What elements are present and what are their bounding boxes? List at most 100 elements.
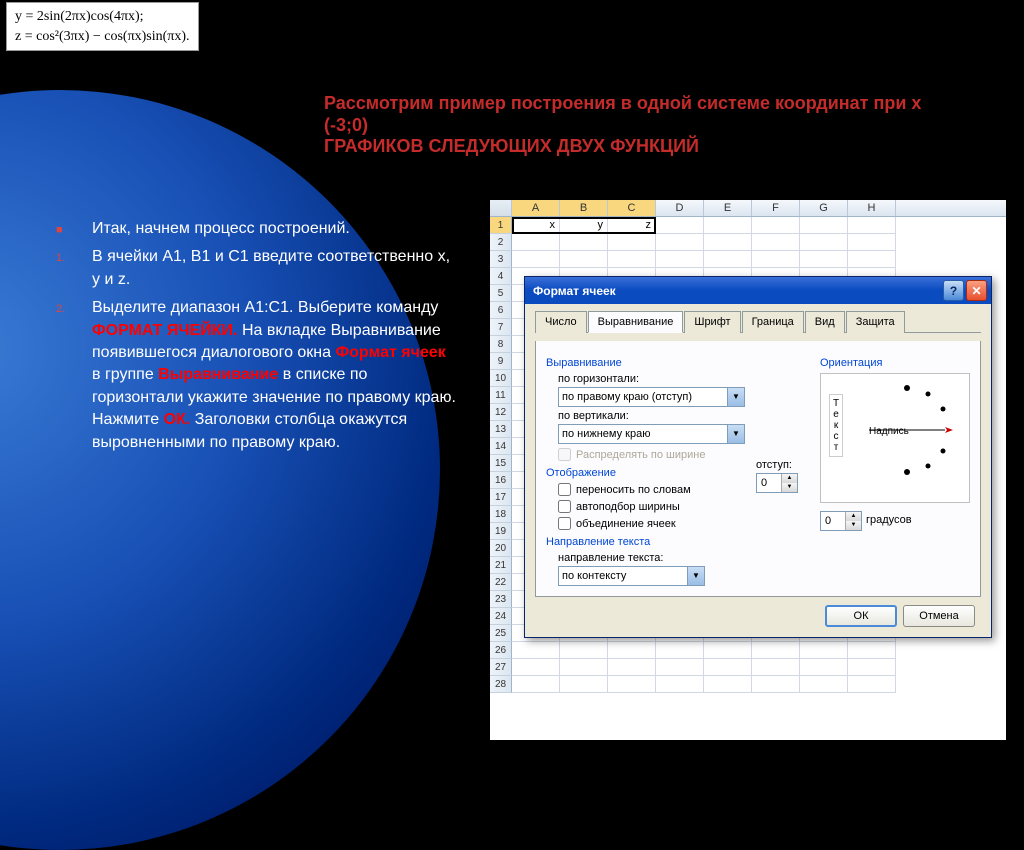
step-number-1: 1. bbox=[48, 246, 92, 291]
spin-up-icon[interactable]: ▲ bbox=[845, 512, 861, 521]
orientation-box[interactable]: Текст bbox=[820, 373, 970, 503]
row-header[interactable]: 8 bbox=[490, 336, 512, 353]
cell-a1[interactable]: x bbox=[512, 217, 560, 234]
dialog-titlebar[interactable]: Формат ячеек ? ✕ bbox=[525, 277, 991, 304]
row-header[interactable]: 6 bbox=[490, 302, 512, 319]
row-header[interactable]: 2 bbox=[490, 234, 512, 251]
select-all-corner[interactable] bbox=[490, 200, 512, 216]
tab-number[interactable]: Число bbox=[535, 311, 587, 333]
bullet-icon bbox=[48, 218, 92, 240]
row-header[interactable]: 15 bbox=[490, 455, 512, 472]
row-header[interactable]: 12 bbox=[490, 404, 512, 421]
title-line-2: ГРАФИКОВ СЛЕДУЮЩИХ ДВУХ ФУНКЦИЙ bbox=[324, 136, 699, 156]
formula-line-1: y = 2sin(2πx)cos(4πx); bbox=[15, 7, 190, 27]
group-alignment: Выравнивание bbox=[546, 357, 820, 369]
column-headers: A B C D E F G H bbox=[490, 200, 1006, 217]
label-horizontal: по горизонтали: bbox=[558, 373, 820, 385]
formula-box: y = 2sin(2πx)cos(4πx); z = cos²(3πx) − c… bbox=[6, 2, 199, 51]
degrees-spinner[interactable]: 0▲▼ bbox=[820, 511, 862, 531]
excel-screenshot: A B C D E F G H 123456789101112131415161… bbox=[490, 200, 1006, 740]
close-button[interactable]: ✕ bbox=[966, 280, 987, 301]
label-textdir: направление текста: bbox=[558, 552, 820, 564]
row-header[interactable]: 17 bbox=[490, 489, 512, 506]
textdir-combo[interactable] bbox=[558, 566, 688, 586]
step-number-2: 2. bbox=[48, 297, 92, 454]
tabs: Число Выравнивание Шрифт Граница Вид Защ… bbox=[535, 310, 981, 333]
horizontal-combo[interactable] bbox=[558, 387, 728, 407]
col-header-b[interactable]: B bbox=[560, 200, 608, 216]
col-header-e[interactable]: E bbox=[704, 200, 752, 216]
row-header[interactable]: 21 bbox=[490, 557, 512, 574]
row-header[interactable]: 3 bbox=[490, 251, 512, 268]
group-textdir: Направление текста bbox=[546, 536, 820, 548]
chevron-down-icon[interactable]: ▼ bbox=[728, 387, 745, 407]
distribute-checkbox bbox=[558, 448, 571, 461]
row-header[interactable]: 5 bbox=[490, 285, 512, 302]
ok-button[interactable]: ОК bbox=[825, 605, 897, 627]
row-header[interactable]: 10 bbox=[490, 370, 512, 387]
row-header[interactable]: 14 bbox=[490, 438, 512, 455]
tab-font[interactable]: Шрифт bbox=[684, 311, 740, 333]
row-header[interactable]: 1 bbox=[490, 217, 512, 234]
merge-checkbox[interactable] bbox=[558, 517, 571, 530]
tab-protection[interactable]: Защита bbox=[846, 311, 905, 333]
col-header-c[interactable]: C bbox=[608, 200, 656, 216]
autofit-label: автоподбор ширины bbox=[576, 501, 680, 513]
formula-line-2: z = cos²(3πx) − cos(πx)sin(πx). bbox=[15, 27, 190, 47]
row-header[interactable]: 18 bbox=[490, 506, 512, 523]
row-header[interactable]: 9 bbox=[490, 353, 512, 370]
slide-title: Рассмотрим пример построения в одной сис… bbox=[324, 93, 964, 158]
title-line-1: Рассмотрим пример построения в одной сис… bbox=[324, 93, 921, 135]
vertical-text-button[interactable]: Текст bbox=[829, 394, 843, 457]
background-circle bbox=[0, 90, 440, 850]
distribute-label: Распределять по ширине bbox=[576, 449, 705, 461]
intro-text: Итак, начнем процесс построений. bbox=[92, 218, 458, 240]
chevron-down-icon[interactable]: ▼ bbox=[728, 424, 745, 444]
row-header[interactable]: 4 bbox=[490, 268, 512, 285]
row-header[interactable]: 22 bbox=[490, 574, 512, 591]
row-header[interactable]: 20 bbox=[490, 540, 512, 557]
cancel-button[interactable]: Отмена bbox=[903, 605, 975, 627]
row-header[interactable]: 28 bbox=[490, 676, 512, 693]
cell-c1[interactable]: z bbox=[608, 217, 656, 234]
merge-label: объединение ячеек bbox=[576, 518, 676, 530]
row-header[interactable]: 11 bbox=[490, 387, 512, 404]
row-header[interactable]: 16 bbox=[490, 472, 512, 489]
step-2-text: Выделите диапазон А1:С1. Выберите команд… bbox=[92, 297, 458, 454]
vertical-combo[interactable] bbox=[558, 424, 728, 444]
col-header-h[interactable]: H bbox=[848, 200, 896, 216]
help-button[interactable]: ? bbox=[943, 280, 964, 301]
row-header[interactable]: 26 bbox=[490, 642, 512, 659]
row-header[interactable]: 25 bbox=[490, 625, 512, 642]
row-header[interactable]: 19 bbox=[490, 523, 512, 540]
spin-down-icon[interactable]: ▼ bbox=[781, 483, 797, 492]
autofit-checkbox[interactable] bbox=[558, 500, 571, 513]
col-header-f[interactable]: F bbox=[752, 200, 800, 216]
spin-down-icon[interactable]: ▼ bbox=[845, 521, 861, 530]
content-left: Итак, начнем процесс построений. 1. В яч… bbox=[48, 218, 458, 460]
col-header-a[interactable]: A bbox=[512, 200, 560, 216]
row-header[interactable]: 23 bbox=[490, 591, 512, 608]
step-1-text: В ячейки А1, В1 и С1 введите соответстве… bbox=[92, 246, 458, 291]
indent-spinner[interactable]: 0▲▼ bbox=[756, 473, 798, 493]
degrees-label: градусов bbox=[866, 514, 912, 526]
row-headers: 1234567891011121314151617181920212223242… bbox=[490, 217, 512, 693]
cell-b1[interactable]: y bbox=[560, 217, 608, 234]
chevron-down-icon[interactable]: ▼ bbox=[688, 566, 705, 586]
wrap-checkbox[interactable] bbox=[558, 483, 571, 496]
row-header[interactable]: 13 bbox=[490, 421, 512, 438]
label-indent: отступ: bbox=[756, 459, 806, 471]
row-header[interactable]: 27 bbox=[490, 659, 512, 676]
wrap-label: переносить по словам bbox=[576, 484, 691, 496]
col-header-g[interactable]: G bbox=[800, 200, 848, 216]
spin-up-icon[interactable]: ▲ bbox=[781, 474, 797, 483]
orientation-label: Надпись bbox=[869, 426, 909, 437]
col-header-d[interactable]: D bbox=[656, 200, 704, 216]
row-header[interactable]: 24 bbox=[490, 608, 512, 625]
label-vertical: по вертикали: bbox=[558, 410, 820, 422]
tab-border[interactable]: Граница bbox=[742, 311, 804, 333]
tab-fill[interactable]: Вид bbox=[805, 311, 845, 333]
dialog-title: Формат ячеек bbox=[533, 284, 941, 298]
row-header[interactable]: 7 bbox=[490, 319, 512, 336]
tab-alignment[interactable]: Выравнивание bbox=[588, 311, 684, 333]
